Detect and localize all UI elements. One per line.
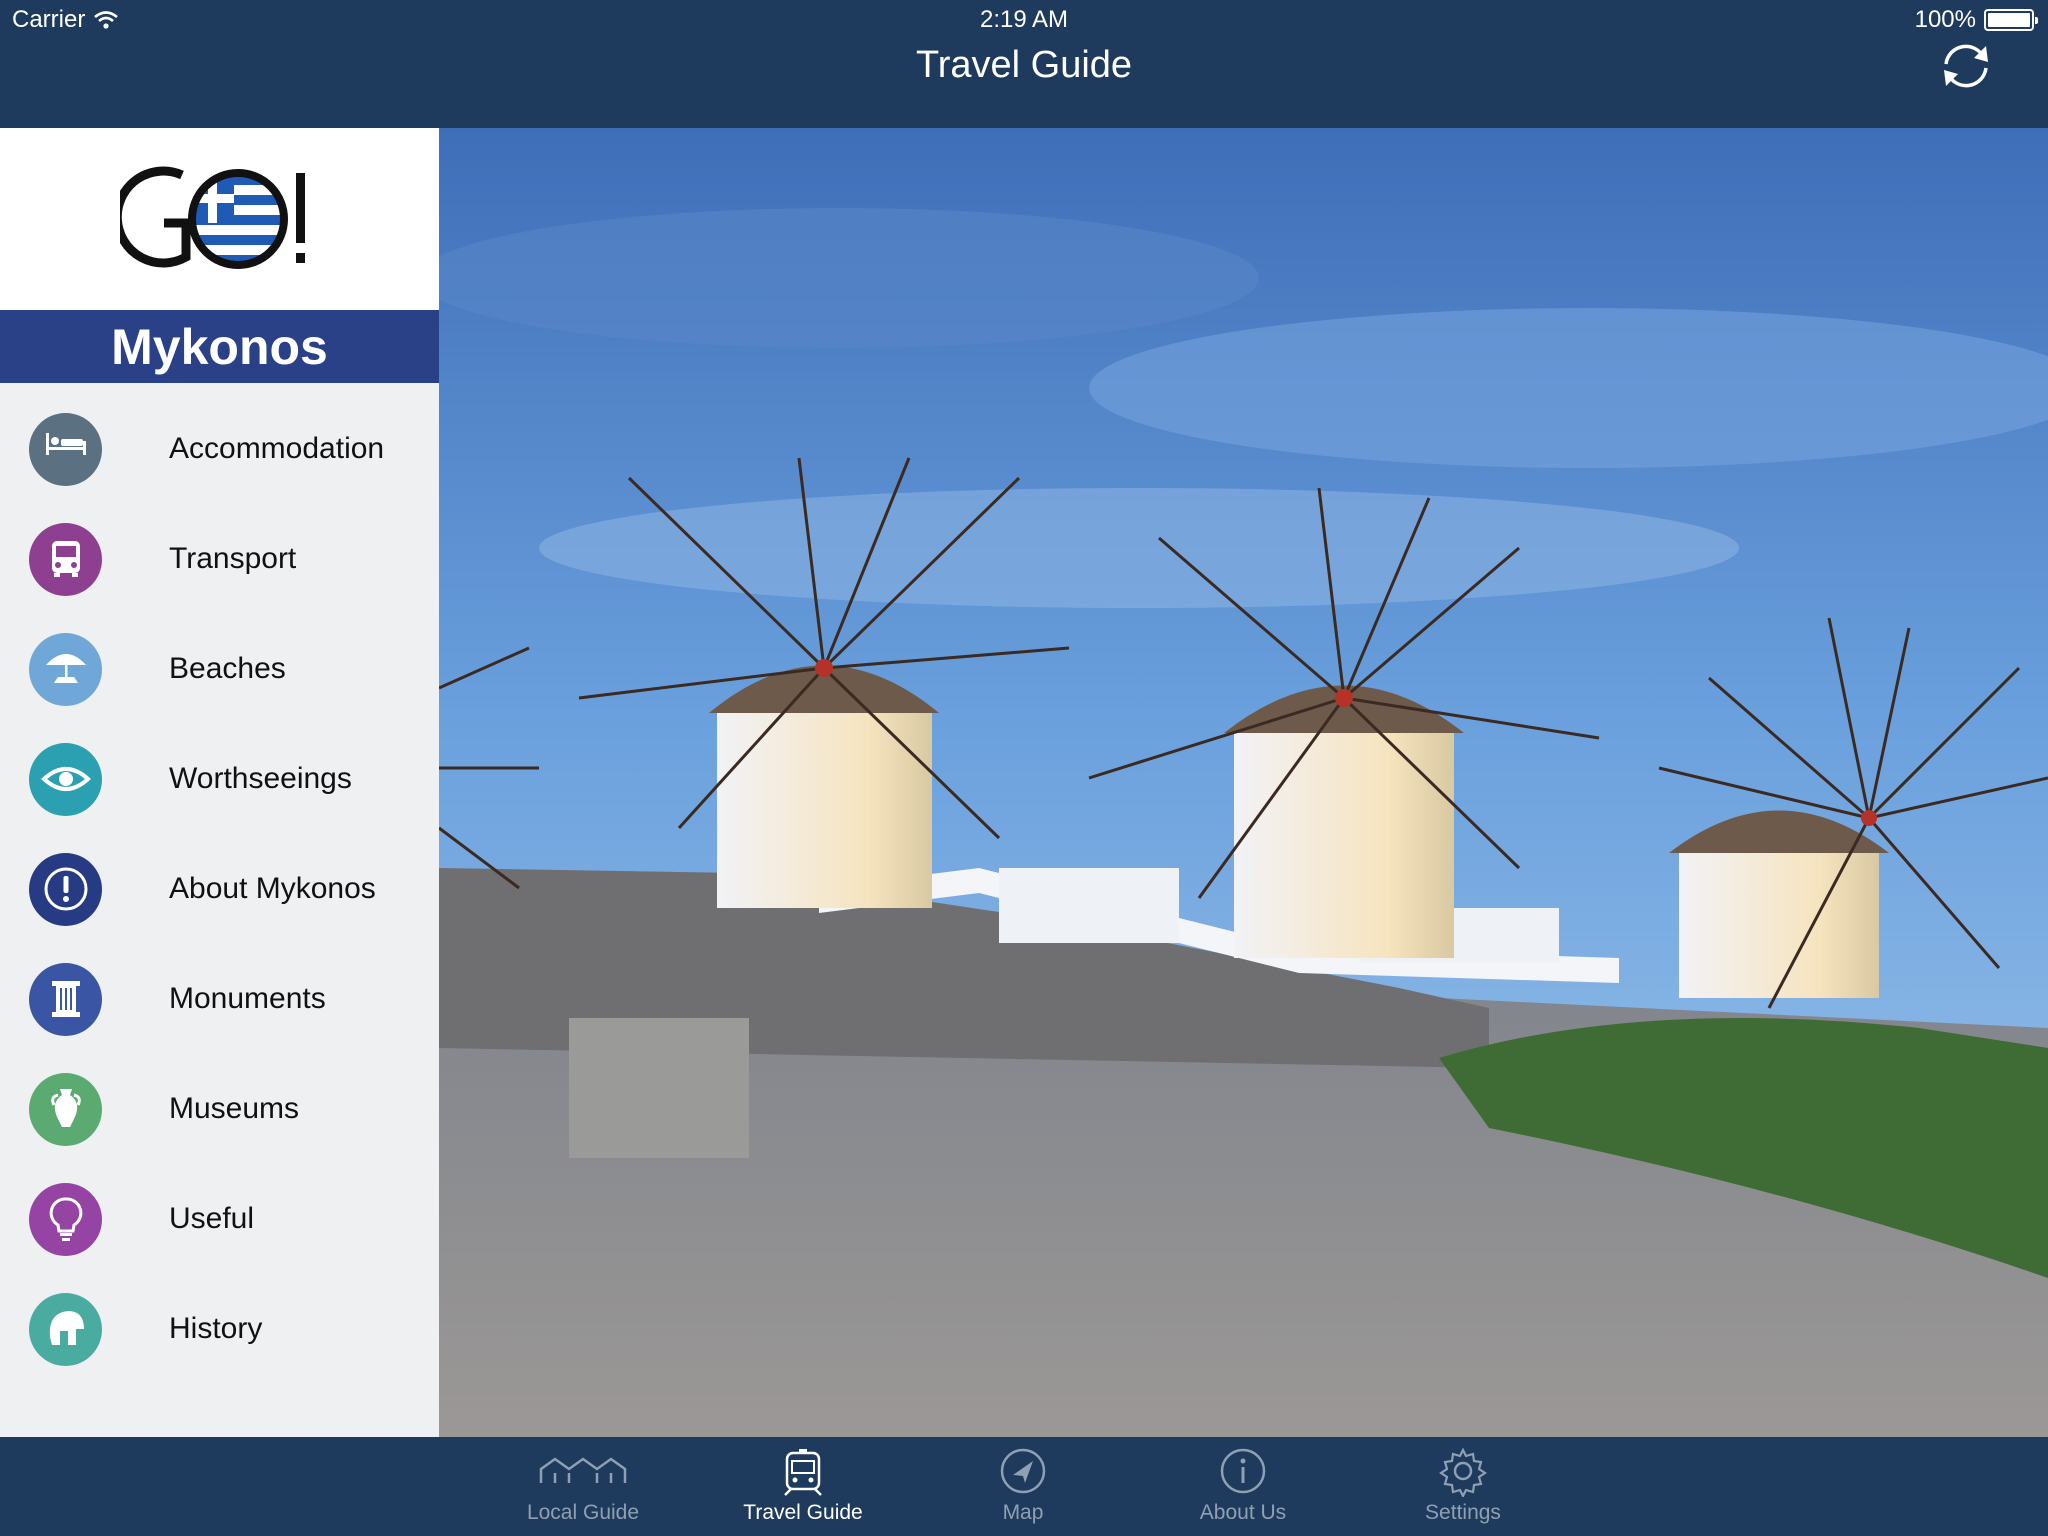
status-battery: 100% (1914, 6, 2038, 34)
category-menu: Accommodation Transport Beaches Worthseeing… (0, 383, 439, 1384)
status-time: 2:19 AM (979, 6, 1069, 33)
bed-icon (29, 412, 102, 486)
navigation-arrow-icon (1000, 1448, 1046, 1494)
sidebar-item-accommodation[interactable]: Accommodation (0, 394, 439, 504)
tab-travel-guide[interactable]: Travel Guide (693, 1437, 913, 1536)
sidebar-item-label: Museums (169, 1092, 300, 1125)
battery-percent: 100% (1914, 6, 1976, 33)
tab-map[interactable]: Map (913, 1437, 1133, 1536)
logo-area (0, 128, 439, 310)
sidebar-item-museums[interactable]: Museums (0, 1054, 439, 1164)
sidebar-item-worthseeings[interactable]: Worthseeings (0, 724, 439, 834)
sidebar: Mykonos Accommodation Transport Beaches Wor… (0, 128, 439, 1437)
tab-settings[interactable]: Settings (1353, 1437, 1573, 1536)
tram-icon (784, 1449, 822, 1496)
refresh-icon[interactable] (1938, 38, 1994, 94)
city-banner: Mykonos (0, 310, 439, 383)
gear-icon (1439, 1447, 1487, 1497)
sidebar-item-label: Transport (169, 542, 297, 575)
beach-umbrella-icon (29, 632, 102, 706)
tab-label: About Us (1199, 1501, 1287, 1524)
sidebar-item-label: About Mykonos (169, 872, 376, 905)
sidebar-item-label: Beaches (169, 652, 286, 685)
tab-local-guide[interactable]: Local Guide (473, 1437, 693, 1536)
sidebar-item-beaches[interactable]: Beaches (0, 614, 439, 724)
top-navigation-bar: Carrier 2:19 AM 100% Travel Guide (0, 0, 2048, 128)
tab-bar: Local Guide Travel Guide Map About Us Settin… (0, 1437, 2048, 1536)
sidebar-item-about-mykonos[interactable]: About Mykonos (0, 834, 439, 944)
tab-label: Map (1002, 1501, 1044, 1524)
sidebar-item-history[interactable]: History (0, 1274, 439, 1384)
sidebar-item-transport[interactable]: Transport (0, 504, 439, 614)
sidebar-item-useful[interactable]: Useful (0, 1164, 439, 1274)
amphora-icon (29, 1072, 102, 1146)
page-title: Travel Guide (915, 44, 1133, 86)
column-icon (29, 962, 102, 1036)
sidebar-item-monuments[interactable]: Monuments (0, 944, 439, 1054)
lightbulb-icon (29, 1182, 102, 1256)
sidebar-item-label: Useful (169, 1202, 255, 1235)
go-logo (119, 166, 305, 269)
sidebar-item-label: Accommodation (169, 432, 385, 465)
sidebar-item-label: History (169, 1312, 263, 1345)
battery-icon (1984, 9, 2038, 31)
bus-icon (29, 522, 102, 596)
tab-about-us[interactable]: About Us (1133, 1437, 1353, 1536)
tab-label: Settings (1425, 1501, 1501, 1524)
helmet-icon (29, 1292, 102, 1366)
info-exclamation-icon (29, 852, 102, 926)
tab-label: Travel Guide (743, 1501, 863, 1524)
hero-photo (439, 128, 2048, 1437)
sidebar-item-label: Worthseeings (169, 762, 352, 795)
tab-label: Local Guide (526, 1501, 640, 1524)
houses-icon (539, 1457, 627, 1483)
info-icon (1220, 1448, 1266, 1494)
sidebar-item-label: Monuments (169, 982, 326, 1015)
eye-icon (29, 742, 102, 816)
